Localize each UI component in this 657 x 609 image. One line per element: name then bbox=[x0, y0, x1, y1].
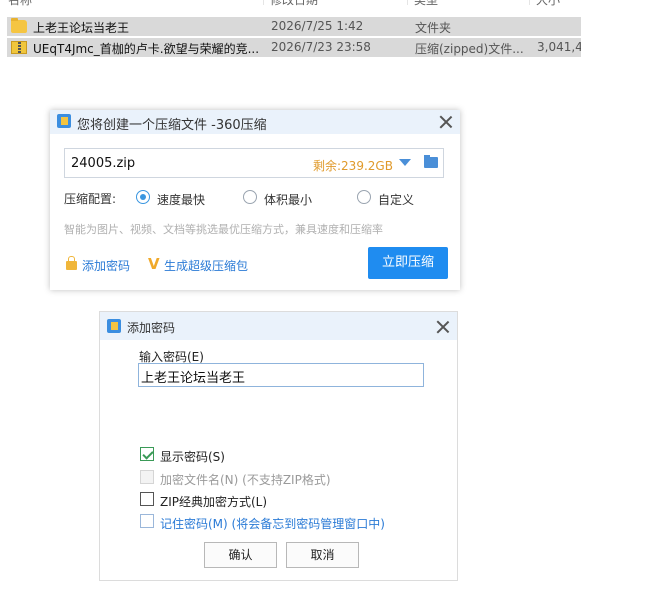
checkbox-label[interactable]: 记住密码(M) (将会备忘到密码管理窗口中) bbox=[160, 515, 385, 532]
browse-folder-icon[interactable] bbox=[424, 155, 438, 168]
file-row[interactable]: 上老王论坛当老王 2026/7/25 1:42 文件夹 bbox=[7, 17, 581, 36]
add-password-dialog: 添加密码 输入密码(E) 上老王论坛当老王 显示密码(S) 加密文件名(N) (… bbox=[99, 311, 458, 581]
file-row[interactable]: UEqT4Jmc_首枷的卢卡.欲望与荣耀的竞... 2026/7/23 23:5… bbox=[7, 38, 581, 57]
super-package-label[interactable]: 生成超级压缩包 bbox=[164, 257, 248, 274]
dialog-titlebar[interactable]: 添加密码 bbox=[100, 312, 457, 340]
compress-dialog: 您将创建一个压缩文件 -360压缩 24005.zip 剩余:239.2GB 压… bbox=[50, 110, 460, 290]
column-divider[interactable] bbox=[407, 0, 408, 5]
file-type: 压缩(zipped)文件... bbox=[415, 42, 524, 56]
radio-label[interactable]: 体积最小 bbox=[264, 191, 312, 208]
checkbox-label: 加密文件名(N) (不支持ZIP格式) bbox=[160, 473, 331, 487]
archive-name-field[interactable]: 24005.zip 剩余:239.2GB bbox=[64, 148, 444, 178]
checkbox-label[interactable]: ZIP经典加密方式(L) bbox=[160, 493, 267, 510]
compress-config-label: 压缩配置: bbox=[64, 192, 117, 206]
file-date: 2026/7/25 1:42 bbox=[271, 19, 364, 33]
compress-now-button[interactable]: 立即压缩 bbox=[368, 247, 448, 279]
checkbox-icon[interactable] bbox=[140, 492, 154, 506]
file-type: 文件夹 bbox=[415, 21, 452, 35]
confirm-button[interactable]: 确认 bbox=[204, 542, 277, 568]
folder-icon bbox=[11, 18, 27, 33]
chevron-down-icon[interactable] bbox=[399, 159, 411, 166]
360zip-app-icon bbox=[57, 114, 71, 128]
close-icon[interactable] bbox=[438, 114, 454, 130]
compress-hint: 智能为图片、视频、文档等挑选最优压缩方式，兼具速度和压缩率 bbox=[64, 223, 383, 236]
radio-button-icon[interactable] bbox=[357, 190, 371, 204]
column-headers: 名称 修改日期 类型 大小 bbox=[0, 0, 581, 8]
file-name: UEqT4Jmc_首枷的卢卡.欲望与荣耀的竞... bbox=[33, 42, 260, 56]
checkbox-label[interactable]: 显示密码(S) bbox=[160, 448, 225, 465]
dialog-title: 添加密码 bbox=[127, 321, 176, 335]
cancel-button[interactable]: 取消 bbox=[286, 542, 359, 568]
archive-name-value[interactable]: 24005.zip bbox=[71, 156, 135, 171]
add-password-label[interactable]: 添加密码 bbox=[82, 257, 130, 274]
close-icon[interactable] bbox=[435, 319, 451, 335]
password-input[interactable]: 上老王论坛当老王 bbox=[138, 363, 424, 387]
file-size: 3,041,4 bbox=[537, 40, 581, 54]
checkbox-checked-icon[interactable] bbox=[140, 447, 154, 461]
zip-file-icon bbox=[11, 41, 27, 54]
dialog-titlebar[interactable]: 您将创建一个压缩文件 -360压缩 bbox=[50, 110, 460, 134]
360zip-app-icon bbox=[107, 319, 121, 333]
file-name: 上老王论坛当老王 bbox=[33, 21, 130, 35]
radio-button-icon[interactable] bbox=[243, 190, 257, 204]
column-divider[interactable] bbox=[263, 0, 264, 5]
file-date: 2026/7/23 23:58 bbox=[271, 40, 371, 54]
vip-v-icon: V bbox=[148, 255, 160, 273]
column-header-type[interactable]: 类型 bbox=[414, 0, 438, 8]
checkbox-disabled-icon bbox=[140, 470, 154, 484]
column-divider[interactable] bbox=[529, 0, 530, 5]
radio-button-icon[interactable] bbox=[136, 190, 150, 204]
column-header-name[interactable]: 名称 bbox=[8, 0, 32, 8]
free-space-label: 剩余:239.2GB bbox=[313, 159, 393, 173]
checkbox-icon[interactable] bbox=[140, 514, 154, 528]
column-header-date[interactable]: 修改日期 bbox=[270, 0, 318, 8]
radio-label[interactable]: 速度最快 bbox=[157, 191, 205, 208]
file-list: 名称 修改日期 类型 大小 上老王论坛当老王 2026/7/25 1:42 文件… bbox=[0, 0, 581, 60]
column-header-size[interactable]: 大小 bbox=[536, 0, 560, 8]
lock-icon bbox=[66, 256, 77, 270]
dialog-title: 您将创建一个压缩文件 -360压缩 bbox=[77, 118, 267, 133]
radio-label[interactable]: 自定义 bbox=[378, 191, 414, 208]
